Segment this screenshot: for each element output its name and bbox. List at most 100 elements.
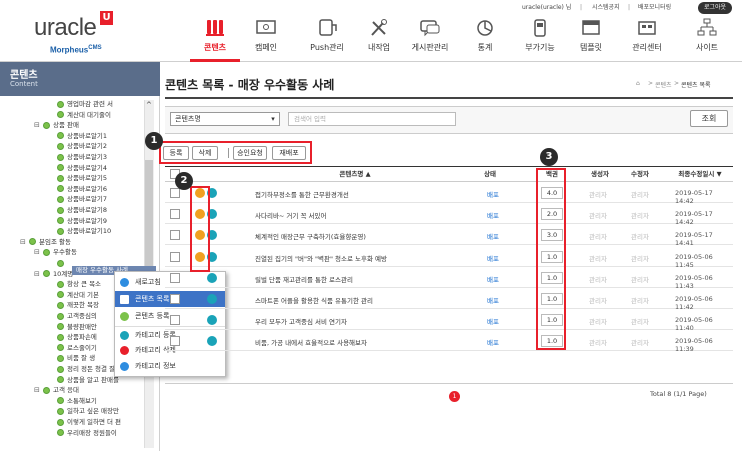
tree-node[interactable]: 상품바로알기6 <box>48 185 107 194</box>
folder-bullet-icon <box>57 333 64 341</box>
row-checkbox[interactable] <box>170 230 180 241</box>
tree-node[interactable]: 불량판매안 <box>48 323 97 332</box>
tree-node[interactable]: 상품을 알고 판매를 <box>48 376 119 385</box>
home-icon[interactable]: ⌂ <box>636 80 640 87</box>
tree-node[interactable]: 상품파손에 <box>48 333 97 342</box>
nav-template[interactable]: 템플릿 <box>566 18 616 62</box>
tree-node[interactable]: 우리매장 정원들이 <box>48 429 117 438</box>
tree-node[interactable]: 상품바로알기1 <box>48 132 107 141</box>
nav-site[interactable]: 사이트 <box>682 18 732 62</box>
breadcrumb-contents[interactable]: 콘텐츠 <box>655 80 672 89</box>
preview-icon[interactable] <box>207 336 217 347</box>
table-row[interactable]: 접기하부정소를 통한 근무환경개선 배포 4.0 관리자 관리자 2019-05-17 1… <box>165 183 733 205</box>
preview-icon[interactable] <box>207 272 217 283</box>
row-checkbox[interactable] <box>170 251 180 262</box>
search-button[interactable]: 조회 <box>690 110 728 127</box>
tree-node[interactable]: 고객중심의 <box>48 312 97 321</box>
row-checkbox[interactable] <box>170 209 180 220</box>
tree-node[interactable]: 로스줄이기 <box>48 344 97 353</box>
modifier: 관리자 <box>631 191 649 199</box>
row-checkbox[interactable] <box>170 272 180 283</box>
scroll-up-icon[interactable]: ^ <box>146 101 152 109</box>
tree-node[interactable]: 상품바로알기2 <box>48 142 107 151</box>
nav-addon[interactable]: 부가기능 <box>515 18 565 62</box>
folder-bullet-icon <box>57 323 64 331</box>
logout-button[interactable]: 로그아웃 <box>698 2 732 14</box>
search-field-select[interactable]: 콘텐츠명 ▾ <box>170 112 280 126</box>
row-checkbox[interactable] <box>170 294 180 304</box>
tree-scrollbar-thumb[interactable] <box>145 160 153 280</box>
tree-node[interactable]: 일하고 싶은 매장만 <box>48 407 119 416</box>
content-name[interactable]: 릴벌 단품 재고관리를 통한 로스관리 <box>255 274 353 284</box>
tree-node[interactable]: ⊟ 상품 판매 <box>34 121 79 130</box>
tree-toggle-icon[interactable]: ⊟ <box>20 238 27 247</box>
tree-toggle-icon[interactable]: ⊟ <box>34 248 41 257</box>
row-checkbox[interactable] <box>170 336 180 347</box>
table-row[interactable]: 스마트폰 어플을 활용한 식품 유통기한 관리 배포 1.0 관리자 관리자 2019-0… <box>165 289 733 311</box>
nav-admin-center[interactable]: 관리센터 <box>622 18 672 62</box>
nav-contents[interactable]: 콘텐츠 <box>190 18 240 62</box>
tree-node[interactable]: ⊟ 10계명 <box>34 270 73 279</box>
content-name[interactable]: 사다리바~ 거기 꼭 서있어 <box>255 210 326 220</box>
col-content-name[interactable]: 콘텐츠명 ▲ <box>305 167 405 182</box>
preview-icon[interactable] <box>207 315 217 326</box>
tree-node[interactable]: 상품바로알기10 <box>48 227 111 236</box>
nav-board[interactable]: 게시판관리 <box>405 18 455 62</box>
tree-node[interactable]: ⊟ 우수활동 <box>34 248 77 257</box>
tree-node[interactable]: 정리 정돈 청결 잘하 <box>48 365 121 374</box>
tree-node[interactable]: 비품 잘 생 <box>48 354 95 363</box>
tree-node[interactable]: 계산대 기본 <box>48 291 99 300</box>
folder-bullet-icon <box>57 174 64 182</box>
tree-node[interactable]: 이렇게 일하면 더 편 <box>48 418 121 427</box>
modifier: 관리자 <box>631 318 649 327</box>
tree-node[interactable]: 상품바로알기7 <box>48 195 107 204</box>
table-row[interactable]: 체계적인 매장근무 구축하기(효율향운영) 배포 3.0 관리자 관리자 2019-05-… <box>165 225 733 247</box>
nav-mywork[interactable]: 내작업 <box>354 18 404 62</box>
folder-bullet-icon <box>57 132 64 140</box>
table-row[interactable]: 사다리바~ 거기 꼭 서있어 배포 2.0 관리자 관리자 2019-05-17 14:4… <box>165 204 733 226</box>
folder-bullet-icon <box>57 376 64 384</box>
table-row[interactable]: 진열된 집기의 "버"와 "벽판" 청소로 노후화 예방 배포 1.0 관리자 관리자 2… <box>165 247 733 269</box>
tree-toggle-icon[interactable]: ⊟ <box>34 121 41 130</box>
tree-toggle-icon[interactable]: ⊟ <box>34 270 41 279</box>
table-row[interactable]: 비품, 가공 내에서 효율적으로 사용해보자 배포 1.0 관리자 관리자 2019-05… <box>165 331 733 353</box>
tree-node[interactable]: 상품바로알기3 <box>48 153 107 162</box>
tree-node[interactable]: ⊟ 고객 응대 <box>34 386 79 395</box>
tree-node[interactable]: 상품바로알기9 <box>48 217 107 226</box>
row-checkbox[interactable] <box>170 188 180 198</box>
content-name[interactable]: 비품, 가공 내에서 효율적으로 사용해보자 <box>255 337 367 347</box>
search-input[interactable]: 검색어 입력 <box>288 112 456 126</box>
pagination-page[interactable]: 1 <box>449 391 460 402</box>
content-name[interactable]: 진열된 집기의 "버"와 "벽판" 청소로 노후화 예방 <box>255 253 387 263</box>
ctx-category-info[interactable]: 카테고리 정보 <box>115 358 225 374</box>
nav-stats[interactable]: 통계 <box>460 18 510 62</box>
modified-date: 2019-05-06 11:45 <box>675 252 713 269</box>
content-name[interactable]: 접기하부정소를 통한 근무환경개선 <box>255 189 349 199</box>
content-name[interactable]: 체계적인 매장근무 구축하기(효율향운영) <box>255 231 366 241</box>
delete-category-icon <box>120 346 129 355</box>
tree-toggle-icon[interactable]: ⊟ <box>34 386 41 395</box>
tree-node[interactable]: 소통해보기 <box>48 397 97 406</box>
util-link-monitor[interactable]: 배포모니터링 <box>638 3 671 13</box>
table-row[interactable]: 릴벌 단품 재고관리를 통한 로스관리 배포 1.0 관리자 관리자 2019-05-06… <box>165 268 733 290</box>
table-row[interactable]: 우리 모두가 고객중심 서비 연기자 배포 1.0 관리자 관리자 2019-05-06 … <box>165 310 733 332</box>
content-name[interactable]: 스마트폰 어플을 활용한 식품 유통기한 관리 <box>255 295 373 305</box>
tree-node[interactable]: 상품바로알기5 <box>48 174 107 183</box>
tree-node[interactable]: ⊟ 분임조 활동 <box>20 238 71 247</box>
row-checkbox[interactable] <box>170 315 180 326</box>
tree-node[interactable]: 영업마감 관련 서 <box>48 100 113 109</box>
util-link-notice[interactable]: 시스템공지 <box>592 3 620 13</box>
preview-icon[interactable] <box>207 294 217 304</box>
tree-node-label: 고객 응대 <box>53 386 79 395</box>
tree-node[interactable] <box>48 259 67 268</box>
tree-node[interactable]: 상품바로알기8 <box>48 206 107 215</box>
nav-push[interactable]: Push관리 <box>302 18 352 62</box>
callout-box-1 <box>159 141 312 164</box>
tree-node[interactable]: 깨끗한 복장 <box>48 301 99 310</box>
tree-node[interactable]: 계산대 대기줄이 <box>48 111 111 120</box>
tree-node[interactable]: 상품바로알기4 <box>48 164 107 173</box>
content-name[interactable]: 우리 모두가 고객중심 서비 연기자 <box>255 316 347 326</box>
tree-node[interactable]: 항상 큰 목소 <box>48 280 101 289</box>
nav-campaign[interactable]: 캠페인 <box>241 18 291 62</box>
col-modified-date[interactable]: 최종수정일시 ▼ <box>670 167 730 182</box>
